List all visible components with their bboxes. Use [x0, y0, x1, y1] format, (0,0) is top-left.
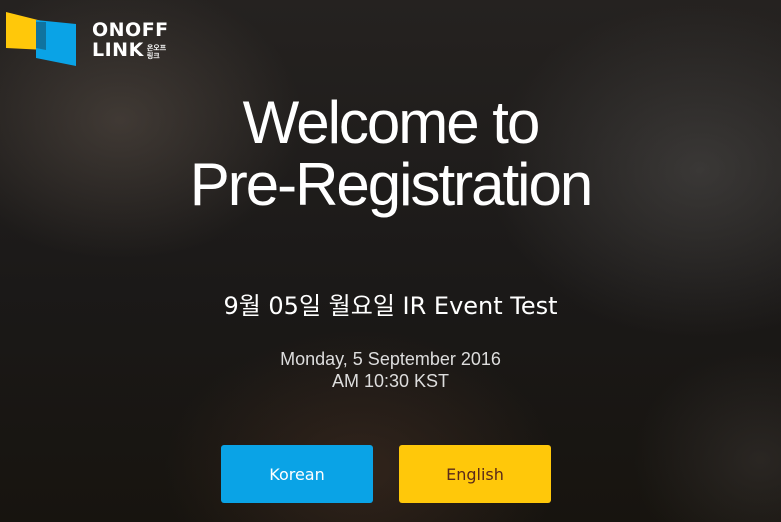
event-time: AM 10:30 KST	[331, 371, 450, 391]
event-title: 9월 05일 월요일 IR Event Test	[223, 292, 558, 320]
onofflink-logo[interactable]: ONOFF LINK 온오프 링크	[6, 8, 176, 68]
english-button[interactable]: English	[399, 445, 551, 503]
background-image	[0, 0, 781, 522]
korean-button[interactable]: Korean	[221, 445, 373, 503]
event-date: Monday, 5 September 2016	[280, 349, 501, 369]
logo-text-korean: 온오프 링크	[146, 44, 167, 60]
headline-line-1: Welcome to	[242, 89, 541, 156]
page-headline: Welcome to Pre-Registration	[0, 92, 781, 216]
logo-text-onoff: ONOFF	[92, 19, 169, 41]
headline-line-2: Pre-Registration	[189, 151, 594, 218]
logo-text-link: LINK	[92, 39, 144, 61]
logo-wordmark: ONOFF LINK 온오프 링크	[92, 20, 169, 60]
logo-mark-icon	[6, 12, 76, 66]
event-datetime: Monday, 5 September 2016 AM 10:30 KST	[0, 348, 781, 392]
